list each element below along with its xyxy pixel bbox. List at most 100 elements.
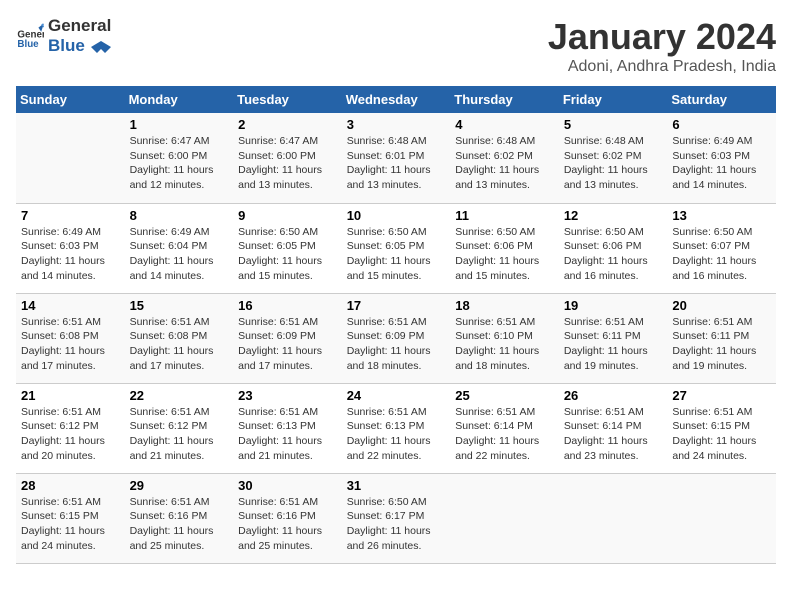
day-number: 13 <box>672 208 771 223</box>
day-number: 12 <box>564 208 663 223</box>
calendar-cell: 29Sunrise: 6:51 AMSunset: 6:16 PMDayligh… <box>125 473 234 563</box>
day-number: 20 <box>672 298 771 313</box>
day-info: Sunrise: 6:48 AMSunset: 6:01 PMDaylight:… <box>347 134 446 193</box>
calendar-cell: 13 Sunrise: 6:50 AMSunset: 6:07 PMDayligh… <box>667 203 776 293</box>
calendar-cell: 27Sunrise: 6:51 AMSunset: 6:15 PMDayligh… <box>667 383 776 473</box>
day-info: Sunrise: 6:50 AMSunset: 6:05 PMDaylight:… <box>238 225 337 284</box>
calendar-cell: 11Sunrise: 6:50 AMSunset: 6:06 PMDayligh… <box>450 203 559 293</box>
day-number: 25 <box>455 388 554 403</box>
day-info: Sunrise: 6:51 AMSunset: 6:09 PMDaylight:… <box>347 315 446 374</box>
day-number: 17 <box>347 298 446 313</box>
calendar-cell: 20 Sunrise: 6:51 AMSunset: 6:11 PMDayligh… <box>667 293 776 383</box>
day-number: 21 <box>21 388 120 403</box>
calendar-cell: 6Sunrise: 6:49 AMSunset: 6:03 PMDaylight… <box>667 113 776 203</box>
calendar-cell <box>16 113 125 203</box>
calendar-cell: 1Sunrise: 6:47 AMSunset: 6:00 PMDaylight… <box>125 113 234 203</box>
calendar-week-row: 7 Sunrise: 6:49 AMSunset: 6:03 PMDaylight… <box>16 203 776 293</box>
day-info: Sunrise: 6:49 AMSunset: 6:04 PMDaylight:… <box>130 225 229 284</box>
calendar-week-row: 1Sunrise: 6:47 AMSunset: 6:00 PMDaylight… <box>16 113 776 203</box>
calendar-week-row: 28 Sunrise: 6:51 AMSunset: 6:15 PMDayligh… <box>16 473 776 563</box>
day-info: Sunrise: 6:50 AMSunset: 6:06 PMDaylight:… <box>564 225 663 284</box>
day-info: Sunrise: 6:51 AMSunset: 6:10 PMDaylight:… <box>455 315 554 374</box>
day-number: 24 <box>347 388 446 403</box>
day-number: 31 <box>347 478 446 493</box>
day-info: Sunrise: 6:51 AMSunset: 6:16 PMDaylight:… <box>238 495 337 554</box>
calendar-cell: 25 Sunrise: 6:51 AMSunset: 6:14 PMDayligh… <box>450 383 559 473</box>
day-info: Sunrise: 6:50 AMSunset: 6:05 PMDaylight:… <box>347 225 446 284</box>
day-number: 9 <box>238 208 337 223</box>
title-area: January 2024 Adoni, Andhra Pradesh, Indi… <box>548 16 776 76</box>
calendar-cell: 17 Sunrise: 6:51 AMSunset: 6:09 PMDayligh… <box>342 293 451 383</box>
day-number: 30 <box>238 478 337 493</box>
day-number: 18 <box>455 298 554 313</box>
header-wednesday: Wednesday <box>342 86 451 113</box>
day-info: Sunrise: 6:51 AMSunset: 6:13 PMDaylight:… <box>238 405 337 464</box>
day-number: 22 <box>130 388 229 403</box>
calendar-cell: 24 Sunrise: 6:51 AMSunset: 6:13 PMDayligh… <box>342 383 451 473</box>
day-info: Sunrise: 6:50 AMSunset: 6:17 PMDaylight:… <box>347 495 446 554</box>
calendar-header-row: SundayMondayTuesdayWednesdayThursdayFrid… <box>16 86 776 113</box>
day-number: 2 <box>238 117 337 132</box>
day-info: Sunrise: 6:51 AMSunset: 6:14 PMDaylight:… <box>455 405 554 464</box>
day-info: Sunrise: 6:51 AMSunset: 6:08 PMDaylight:… <box>21 315 120 374</box>
calendar-cell: 7 Sunrise: 6:49 AMSunset: 6:03 PMDaylight… <box>16 203 125 293</box>
calendar-cell: 21 Sunrise: 6:51 AMSunset: 6:12 PMDayligh… <box>16 383 125 473</box>
calendar-cell: 28 Sunrise: 6:51 AMSunset: 6:15 PMDayligh… <box>16 473 125 563</box>
calendar-cell <box>667 473 776 563</box>
day-info: Sunrise: 6:49 AMSunset: 6:03 PMDaylight:… <box>672 134 771 193</box>
day-info: Sunrise: 6:50 AMSunset: 6:07 PMDaylight:… <box>672 225 771 284</box>
day-number: 28 <box>21 478 120 493</box>
day-number: 14 <box>21 298 120 313</box>
calendar-cell: 14 Sunrise: 6:51 AMSunset: 6:08 PMDayligh… <box>16 293 125 383</box>
calendar-cell: 23 Sunrise: 6:51 AMSunset: 6:13 PMDayligh… <box>233 383 342 473</box>
day-info: Sunrise: 6:48 AMSunset: 6:02 PMDaylight:… <box>564 134 663 193</box>
calendar-cell: 19Sunrise: 6:51 AMSunset: 6:11 PMDayligh… <box>559 293 668 383</box>
calendar-cell: 8 Sunrise: 6:49 AMSunset: 6:04 PMDaylight… <box>125 203 234 293</box>
day-number: 27 <box>672 388 771 403</box>
calendar-cell: 31 Sunrise: 6:50 AMSunset: 6:17 PMDayligh… <box>342 473 451 563</box>
calendar-cell: 5Sunrise: 6:48 AMSunset: 6:02 PMDaylight… <box>559 113 668 203</box>
day-info: Sunrise: 6:50 AMSunset: 6:06 PMDaylight:… <box>455 225 554 284</box>
logo-blue: Blue <box>48 36 85 55</box>
calendar-cell: 18 Sunrise: 6:51 AMSunset: 6:10 PMDayligh… <box>450 293 559 383</box>
day-info: Sunrise: 6:48 AMSunset: 6:02 PMDaylight:… <box>455 134 554 193</box>
day-info: Sunrise: 6:51 AMSunset: 6:12 PMDaylight:… <box>21 405 120 464</box>
svg-text:Blue: Blue <box>17 39 39 50</box>
day-info: Sunrise: 6:51 AMSunset: 6:16 PMDaylight:… <box>130 495 229 554</box>
header-sunday: Sunday <box>16 86 125 113</box>
header-monday: Monday <box>125 86 234 113</box>
page-header: General Blue General Blue January 2024 A… <box>16 16 776 76</box>
calendar-cell: 12 Sunrise: 6:50 AMSunset: 6:06 PMDayligh… <box>559 203 668 293</box>
logo: General Blue General Blue <box>16 16 111 56</box>
day-number: 10 <box>347 208 446 223</box>
day-info: Sunrise: 6:49 AMSunset: 6:03 PMDaylight:… <box>21 225 120 284</box>
logo-general: General <box>48 16 111 36</box>
day-info: Sunrise: 6:51 AMSunset: 6:08 PMDaylight:… <box>130 315 229 374</box>
logo-icon: General Blue <box>16 22 44 50</box>
day-info: Sunrise: 6:51 AMSunset: 6:15 PMDaylight:… <box>21 495 120 554</box>
calendar-cell: 16Sunrise: 6:51 AMSunset: 6:09 PMDayligh… <box>233 293 342 383</box>
day-number: 4 <box>455 117 554 132</box>
calendar-cell: 3 Sunrise: 6:48 AMSunset: 6:01 PMDaylight… <box>342 113 451 203</box>
day-number: 23 <box>238 388 337 403</box>
calendar-cell: 9 Sunrise: 6:50 AMSunset: 6:05 PMDaylight… <box>233 203 342 293</box>
header-tuesday: Tuesday <box>233 86 342 113</box>
day-number: 8 <box>130 208 229 223</box>
day-info: Sunrise: 6:51 AMSunset: 6:11 PMDaylight:… <box>672 315 771 374</box>
day-number: 3 <box>347 117 446 132</box>
header-friday: Friday <box>559 86 668 113</box>
calendar-cell: 10 Sunrise: 6:50 AMSunset: 6:05 PMDayligh… <box>342 203 451 293</box>
calendar-cell: 15Sunrise: 6:51 AMSunset: 6:08 PMDayligh… <box>125 293 234 383</box>
calendar-cell <box>559 473 668 563</box>
day-number: 7 <box>21 208 120 223</box>
day-number: 19 <box>564 298 663 313</box>
calendar-week-row: 21 Sunrise: 6:51 AMSunset: 6:12 PMDayligh… <box>16 383 776 473</box>
calendar-table: SundayMondayTuesdayWednesdayThursdayFrid… <box>16 86 776 564</box>
day-info: Sunrise: 6:51 AMSunset: 6:12 PMDaylight:… <box>130 405 229 464</box>
calendar-cell: 26Sunrise: 6:51 AMSunset: 6:14 PMDayligh… <box>559 383 668 473</box>
month-title: January 2024 <box>548 16 776 58</box>
day-number: 26 <box>564 388 663 403</box>
day-info: Sunrise: 6:51 AMSunset: 6:13 PMDaylight:… <box>347 405 446 464</box>
logo-bird-icon <box>91 39 111 55</box>
day-info: Sunrise: 6:47 AMSunset: 6:00 PMDaylight:… <box>130 134 229 193</box>
